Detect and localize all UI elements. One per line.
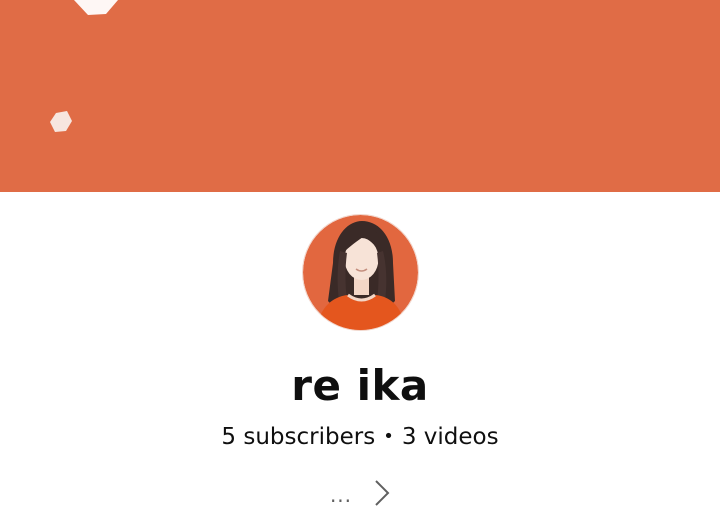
banner-art	[0, 0, 720, 192]
subscriber-count: 5 subscribers	[221, 424, 376, 450]
channel-description-more[interactable]: ...	[0, 476, 720, 510]
description-ellipsis: ...	[329, 483, 353, 507]
avatar-illustration	[303, 215, 418, 330]
channel-stats: 5 subscribers • 3 videos	[0, 423, 720, 451]
channel-banner	[0, 0, 720, 192]
stats-separator: •	[383, 426, 394, 447]
channel-avatar[interactable]	[303, 215, 418, 330]
chevron-right-icon[interactable]	[374, 479, 390, 507]
channel-page: re ika 5 subscribers • 3 videos ...	[0, 0, 720, 530]
video-count: 3 videos	[401, 424, 499, 450]
channel-name: re ika	[291, 361, 429, 410]
